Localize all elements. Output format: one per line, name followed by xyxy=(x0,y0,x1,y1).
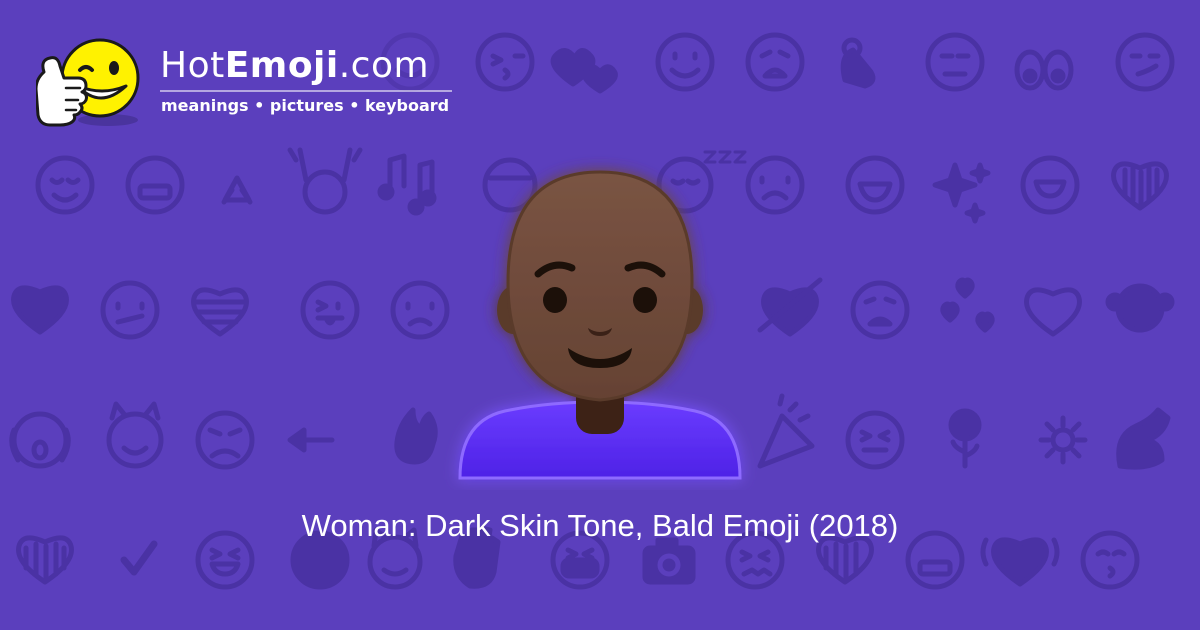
eyes-icon xyxy=(1014,49,1074,91)
check-mark-icon xyxy=(120,540,158,576)
sun-icon xyxy=(1038,415,1088,465)
logo-divider xyxy=(160,90,452,92)
relieved-face-icon xyxy=(35,155,95,215)
camera-icon xyxy=(642,537,696,585)
heart-outline-icon xyxy=(1024,287,1082,337)
logo-word-emoji: Emoji xyxy=(224,45,339,86)
grinning-face-icon xyxy=(845,155,905,215)
thumbs-up-winking-smiley-icon xyxy=(36,38,140,127)
neutral-face-icon xyxy=(925,32,985,92)
raising-hands-icon xyxy=(287,147,363,215)
logo-wordmark: HotEmoji.com xyxy=(160,44,429,88)
woman-dark-skin-tone-bald-icon xyxy=(458,170,742,480)
music-notes-icon xyxy=(377,153,437,216)
tongue-face-icon xyxy=(300,280,360,340)
beaming-face-icon xyxy=(1020,155,1080,215)
smiling-face-icon xyxy=(655,32,715,92)
fire-icon xyxy=(394,407,438,465)
logo-word-domain: .com xyxy=(338,45,430,86)
grimacing-face-icon xyxy=(125,155,185,215)
broken-heart-icon xyxy=(11,285,69,335)
confused-face-icon xyxy=(100,280,160,340)
logo-tagline: meanings • pictures • keyboard xyxy=(161,96,450,115)
striped-heart-icon xyxy=(191,287,249,337)
weary-face-icon xyxy=(745,32,805,92)
site-logo[interactable]: HotEmoji.com meanings • pictures • keybo… xyxy=(36,30,466,130)
heart-3-icon xyxy=(816,535,874,585)
beating-heart-icon xyxy=(980,537,1060,587)
rose-icon xyxy=(948,408,982,469)
party-popper-icon xyxy=(757,393,815,469)
monkey-icon xyxy=(1105,283,1175,333)
logo-word-hot: Hot xyxy=(160,45,225,86)
squinting-tongue-icon xyxy=(845,410,905,470)
striped-heart-2-icon xyxy=(16,535,74,585)
sparkles-icon xyxy=(932,162,991,224)
sad-face-icon xyxy=(390,280,450,340)
smiling-imp-icon xyxy=(106,401,164,469)
anguished-face-icon xyxy=(850,280,910,340)
angry-face-icon xyxy=(195,410,255,470)
left-arrow-icon xyxy=(287,427,335,453)
scream-face-icon xyxy=(9,411,71,469)
two-hearts-icon xyxy=(550,48,618,94)
recycle-icon xyxy=(221,175,253,205)
flexed-biceps-icon xyxy=(1116,407,1171,470)
revolving-hearts-icon xyxy=(940,277,995,333)
ok-hand-icon xyxy=(840,37,876,89)
emoji-caption: Woman: Dark Skin Tone, Bald Emoji (2018) xyxy=(301,508,899,543)
smirking-face-icon xyxy=(1115,32,1175,92)
heart-icon xyxy=(1111,161,1169,211)
winking-kiss-icon xyxy=(475,32,535,92)
heart-arrow-icon xyxy=(757,277,823,337)
